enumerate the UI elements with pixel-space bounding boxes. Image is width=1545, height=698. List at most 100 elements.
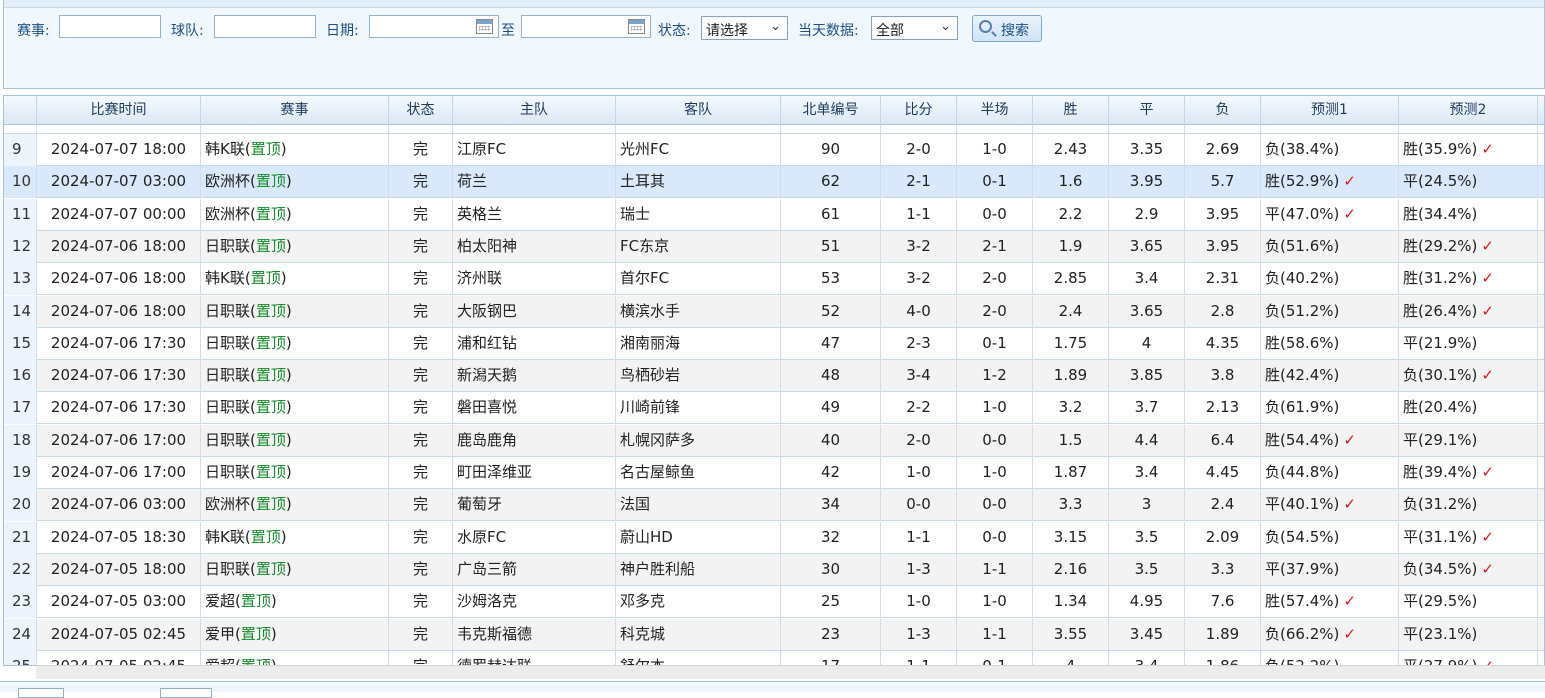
- event-input[interactable]: [59, 15, 161, 38]
- prediction-text: 负(54.5%): [1265, 527, 1340, 546]
- cell-p2: 胜(20.4%): [1399, 392, 1538, 425]
- spacer-cell: [1185, 125, 1261, 134]
- pin-link[interactable]: 置顶: [251, 269, 281, 287]
- cell-away: 法国: [616, 489, 781, 522]
- pin-link[interactable]: 置顶: [256, 560, 286, 578]
- cell-p1: 胜(57.4%) ✓: [1261, 586, 1399, 619]
- cell-bd: 25: [781, 586, 881, 619]
- cell-w: 1.5: [1033, 424, 1109, 457]
- page-size-box[interactable]: [18, 688, 64, 698]
- table-row[interactable]: 16 2024-07-06 17:30 日职联(置顶) 完新潟天鹅 鸟栖砂岩 48 3-4 1…: [4, 360, 1544, 393]
- column-header-league[interactable]: 赛事: [201, 96, 389, 125]
- cell-p1: 负(52.2%): [1261, 650, 1399, 665]
- cell-league: 日职联(置顶): [201, 230, 389, 263]
- table-row[interactable]: 18 2024-07-06 17:00 日职联(置顶) 完鹿岛鹿角 札幌冈萨多 40 2-0…: [4, 424, 1544, 457]
- pin-link[interactable]: 置顶: [256, 366, 286, 384]
- column-header-p2[interactable]: 预测2: [1399, 96, 1538, 125]
- table-row[interactable]: 25 2024-07-05 02:45 爱超(置顶) 完德罗赫达联 舒尔本 17 1-1 0-…: [4, 650, 1544, 665]
- table-row[interactable]: 13 2024-07-06 18:00 韩K联(置顶) 完济州联 首尔FC 53 3-2 2-…: [4, 263, 1544, 296]
- column-header-w[interactable]: 胜: [1033, 96, 1109, 125]
- today-data-select-value: 全部: [876, 23, 904, 39]
- cell-l: 1.86: [1185, 650, 1261, 665]
- prediction-text: 平(29.1%): [1403, 430, 1478, 449]
- cell-away: 瑞士: [616, 198, 781, 231]
- cell-away: 科克城: [616, 618, 781, 651]
- column-header-score[interactable]: 比分: [881, 96, 957, 125]
- team-input[interactable]: [214, 15, 316, 38]
- pin-link[interactable]: 置顶: [251, 140, 281, 158]
- table-row[interactable]: 10 2024-07-07 03:00 欧洲杯(置顶) 完荷兰 土耳其 62 2-1 0-1 1…: [4, 166, 1544, 199]
- cell-p1: 平(40.1%) ✓: [1261, 489, 1399, 522]
- table-row[interactable]: 21 2024-07-05 18:30 韩K联(置顶) 完水原FC 蔚山HD 32 1-1 0…: [4, 521, 1544, 554]
- table-row[interactable]: 14 2024-07-06 18:00 日职联(置顶) 完大阪钢巴 横滨水手 52 4-0 2…: [4, 295, 1544, 328]
- pin-link[interactable]: 置顶: [241, 592, 271, 610]
- spacer-cell: [37, 125, 201, 134]
- table-row[interactable]: 12 2024-07-06 18:00 日职联(置顶) 完柏太阳神 FC东京 51 3-2 2…: [4, 230, 1544, 263]
- league-name: 爱超: [205, 592, 236, 611]
- paren: ): [280, 140, 287, 158]
- calendar-icon[interactable]: [476, 19, 493, 34]
- paren: ): [280, 269, 287, 288]
- cell-home: 江原FC: [453, 134, 616, 166]
- table-row[interactable]: 24 2024-07-05 02:45 爱甲(置顶) 完韦克斯福德 科克城 23 1-3 1-…: [4, 618, 1544, 651]
- pin-link[interactable]: 置顶: [251, 528, 281, 546]
- pin-link[interactable]: 置顶: [256, 334, 286, 352]
- spacer-cell: [781, 125, 881, 134]
- pin-link[interactable]: 置顶: [256, 495, 286, 513]
- status-label: 状态:: [658, 23, 691, 39]
- column-header-l[interactable]: 负: [1185, 96, 1261, 125]
- cell-w: 2.85: [1033, 263, 1109, 296]
- pin-link[interactable]: 置顶: [256, 431, 286, 449]
- table-row[interactable]: 11 2024-07-07 00:00 欧洲杯(置顶) 完英格兰 瑞士 61 1-1 0-0 2…: [4, 198, 1544, 231]
- cell-status: 完: [389, 521, 453, 554]
- column-header-half[interactable]: 半场: [957, 96, 1033, 125]
- table-row[interactable]: 17 2024-07-06 17:30 日职联(置顶) 完磐田喜悦 川崎前锋 49 2-2 1…: [4, 392, 1544, 425]
- pin-link[interactable]: 置顶: [256, 172, 286, 190]
- pin-link[interactable]: 置顶: [256, 205, 286, 223]
- check-icon: ✓: [1481, 527, 1494, 546]
- column-header-away[interactable]: 客队: [616, 96, 781, 125]
- league-name: 韩K联: [205, 140, 245, 158]
- pin-link[interactable]: 置顶: [241, 625, 271, 643]
- cell-d: 4.4: [1109, 424, 1185, 457]
- cell-p2: 平(29.5%): [1399, 586, 1538, 619]
- cell-l: 3.95: [1185, 230, 1261, 263]
- cell-p1: 胜(52.9%) ✓: [1261, 166, 1399, 199]
- cell-p2: 胜(31.2%) ✓: [1399, 263, 1538, 296]
- column-header-status[interactable]: 状态: [389, 96, 453, 125]
- cell-p2: 负(30.1%) ✓: [1399, 360, 1538, 393]
- table-row[interactable]: 15 2024-07-06 17:30 日职联(置顶) 完浦和红钻 湘南丽海 47 2-3 0…: [4, 327, 1544, 360]
- cell-no: 25: [4, 650, 37, 665]
- calendar-icon[interactable]: [628, 19, 645, 34]
- pin-link[interactable]: 置顶: [256, 302, 286, 320]
- pin-link[interactable]: 置顶: [256, 463, 286, 481]
- status-select[interactable]: 请选择 ⌄: [701, 16, 788, 40]
- table-row[interactable]: 20 2024-07-06 03:00 欧洲杯(置顶) 完葡萄牙 法国 34 0-0 0-0 3…: [4, 489, 1544, 522]
- cell-score: 2-1: [881, 166, 957, 199]
- column-header-bd[interactable]: 北单编号: [781, 96, 881, 125]
- paren: ): [280, 527, 287, 546]
- check-icon: ✓: [1343, 172, 1356, 191]
- table-row[interactable]: 23 2024-07-05 03:00 爱超(置顶) 完沙姆洛克 邓多克 25 1-0 1-0…: [4, 586, 1544, 619]
- today-data-select[interactable]: 全部 ⌄: [871, 16, 958, 40]
- column-header-time[interactable]: 比赛时间: [37, 96, 201, 125]
- match-table: 比赛时间 赛事 状态 主队 客队 北单编号 比分 半场胜平负预测1 预测2 9 2024-07-0…: [3, 95, 1545, 666]
- column-header-d[interactable]: 平: [1109, 96, 1185, 125]
- pin-link[interactable]: 置顶: [256, 398, 286, 416]
- cell-l: 4.45: [1185, 457, 1261, 489]
- table-row[interactable]: 22 2024-07-05 18:00 日职联(置顶) 完广岛三箭 神户胜利船 30 1-3…: [4, 553, 1544, 586]
- cell-bd: 23: [781, 618, 881, 651]
- spacer-cell: [1109, 125, 1185, 134]
- column-header-p1[interactable]: 预测1: [1261, 96, 1399, 125]
- page-number-box[interactable]: [160, 688, 212, 698]
- cell-status: 完: [389, 618, 453, 651]
- cell-p1: 平(47.0%) ✓: [1261, 198, 1399, 231]
- table-row[interactable]: 9 2024-07-07 18:00 韩K联(置顶) 完江原FC 光州FC 90 2-0 1-…: [4, 134, 1544, 166]
- pin-link[interactable]: 置顶: [256, 237, 286, 255]
- column-header-home[interactable]: 主队: [453, 96, 616, 125]
- search-button[interactable]: 搜索: [972, 15, 1042, 42]
- prediction-text: 平(24.5%): [1403, 172, 1478, 191]
- horizontal-scrollbar[interactable]: [36, 665, 1545, 679]
- table-row[interactable]: 19 2024-07-06 17:00 日职联(置顶) 完町田泽维亚 名古屋鲸鱼 42 1-…: [4, 457, 1544, 489]
- date-label: 日期:: [326, 23, 359, 39]
